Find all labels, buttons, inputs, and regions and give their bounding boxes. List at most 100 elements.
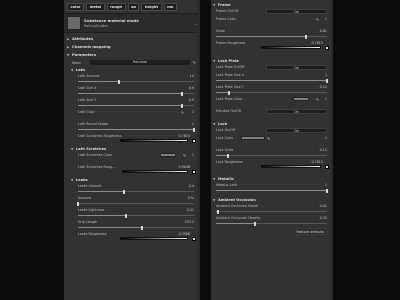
- substance-material-header[interactable]: Substance material mode RollingShutter .…: [64, 13, 200, 33]
- lath-color-row: Lath Color ✎ 1: [78, 109, 194, 115]
- dropper-icon[interactable]: ✎: [193, 60, 196, 65]
- group-lath-scratches[interactable]: ▼ Lath Scratches: [64, 145, 200, 152]
- slider-knob[interactable]: [228, 90, 231, 95]
- group-leaks[interactable]: ▼ Leaks: [64, 176, 200, 183]
- section-channels-mapping[interactable]: ▶ Channels mapping: [64, 43, 200, 51]
- leaks-amount-slider[interactable]: Leaks Amount 0.4: [64, 183, 200, 195]
- group-frame[interactable]: ▼ Frame: [211, 1, 333, 8]
- leaks-roughness-row[interactable]: Leaks Roughness 0.3586: [64, 231, 200, 243]
- tab-metal[interactable]: metal: [86, 3, 105, 11]
- slider-knob[interactable]: [193, 127, 195, 132]
- lock-color-row: Lock Color ✎ 1: [216, 135, 327, 141]
- handles-onoff-toggle[interactable]: On: [266, 108, 327, 114]
- metallic-lock-slider[interactable]: Metallic Lock 1: [211, 182, 333, 194]
- slider-knob[interactable]: [217, 209, 220, 214]
- lock-plate-onoff-toggle[interactable]: On: [266, 64, 327, 70]
- lock-plate-color-row: Lock Plate Color ✎ 1: [216, 96, 327, 102]
- lock-plate-onoff-row: Lock Plate On/Off On: [211, 64, 333, 72]
- color-swatch[interactable]: [241, 136, 265, 141]
- more-menu-icon[interactable]: ...: [195, 21, 198, 26]
- slider-fill: [216, 92, 230, 94]
- slider-knob[interactable]: [253, 221, 256, 226]
- slider-fill: [216, 80, 327, 82]
- slider-knob[interactable]: [124, 213, 127, 218]
- seed-row: Seed Random ✎: [64, 59, 200, 66]
- tab-color[interactable]: color: [67, 3, 85, 11]
- frame-onoff-toggle[interactable]: On: [266, 8, 327, 14]
- group-lock[interactable]: ▼ Lock: [211, 120, 333, 127]
- slider-knob[interactable]: [117, 79, 120, 84]
- dropper-icon[interactable]: ✎: [316, 97, 319, 102]
- frame-roughness-row[interactable]: Frame Roughness 0.7612: [211, 40, 333, 52]
- texture-icon[interactable]: [192, 138, 196, 143]
- lath-scratches-color-row: Lath Scratches Color ✎ 1: [78, 152, 194, 158]
- slider-fill: [78, 105, 183, 107]
- seed-value-button[interactable]: Random: [90, 60, 190, 65]
- slider-knob[interactable]: [140, 225, 143, 230]
- dropper-icon[interactable]: ✎: [181, 110, 184, 115]
- lock-onoff-row: Lock On/Off On: [211, 127, 333, 135]
- lock-scale-slider[interactable]: Lock Scale 0.11: [211, 147, 333, 159]
- dropper-icon[interactable]: ✎: [267, 136, 270, 141]
- slider-knob[interactable]: [181, 103, 184, 108]
- slider-knob[interactable]: [326, 188, 328, 193]
- color-swatch[interactable]: [293, 97, 309, 102]
- scrollbar[interactable]: [331, 0, 333, 300]
- texture-icon[interactable]: [192, 169, 196, 174]
- roughness-gradient[interactable]: [261, 165, 321, 168]
- group-metallic[interactable]: ▼ Metallic: [211, 175, 333, 182]
- slider-knob[interactable]: [304, 34, 307, 39]
- color-swatch[interactable]: [160, 153, 176, 158]
- tab-nm[interactable]: nm: [163, 3, 177, 11]
- amount-slider[interactable]: Amount 0.%: [64, 195, 200, 207]
- slider-knob[interactable]: [181, 91, 184, 96]
- lath-scratches-roughness-row[interactable]: Lath Scratches Roug... 0.9048: [64, 164, 200, 176]
- group-lath[interactable]: ▼ Lath: [64, 66, 200, 73]
- slider-fill: [78, 129, 194, 131]
- lath-size-y-slider[interactable]: Lath Size Y 0.9: [64, 97, 200, 109]
- tab-ao[interactable]: ao: [127, 3, 140, 11]
- tab-height[interactable]: height: [141, 3, 162, 11]
- tab-rough[interactable]: rough: [106, 3, 126, 11]
- left-properties-panel: color metal rough ao height nm Substance…: [64, 0, 200, 300]
- dropper-icon[interactable]: ✎: [183, 153, 186, 158]
- roughness-gradient[interactable]: [261, 46, 321, 49]
- lock-plate-size-x-slider[interactable]: Lock Plate Size X 1: [211, 72, 333, 84]
- slider-knob[interactable]: [77, 201, 79, 206]
- slider-fill: [78, 215, 126, 217]
- restore-defaults-button[interactable]: Restore defaults: [293, 228, 327, 235]
- slider-knob[interactable]: [326, 78, 328, 83]
- frame-onoff-row: Frame On/Off On: [211, 8, 333, 16]
- drip-length-slider[interactable]: Drip Length 137.2: [64, 219, 200, 231]
- lock-plate-size-y-slider[interactable]: Lock Plate Size Y 0.12: [211, 84, 333, 96]
- lath-amount-slider[interactable]: Lath Amount 10: [64, 73, 200, 85]
- texture-icon[interactable]: [192, 236, 196, 241]
- group-ambient-occlusion[interactable]: ▼ Ambient Occlusion: [211, 196, 333, 203]
- channel-tabs: color metal rough ao height nm: [64, 0, 200, 13]
- slider-fill: [78, 81, 119, 83]
- texture-icon[interactable]: [325, 45, 329, 50]
- slider-knob[interactable]: [123, 189, 126, 194]
- lath-size-x-slider[interactable]: Lath Size X 0.9: [64, 85, 200, 97]
- frame-scale-slider[interactable]: Scale 0.81: [211, 28, 333, 40]
- texture-icon[interactable]: [325, 164, 329, 169]
- lath-round-shape-slider[interactable]: Lath Round Shape 1: [64, 121, 200, 133]
- screenshot-root: color metal rough ao height nm Substance…: [0, 0, 400, 300]
- ao-depth-slider[interactable]: Ambient Occlusion Depth 0.02: [211, 203, 333, 215]
- roughness-gradient[interactable]: [122, 170, 188, 173]
- lock-roughness-row[interactable]: Lock Roughness 0.7613: [211, 159, 333, 171]
- roughness-gradient[interactable]: [120, 237, 188, 240]
- scrollbar[interactable]: [198, 0, 200, 300]
- leaks-lightness-slider[interactable]: Leaks Lightness 0.41: [64, 207, 200, 219]
- group-lock-plate[interactable]: ▼ Lock Plate: [211, 57, 333, 64]
- lock-onoff-toggle[interactable]: On: [266, 127, 327, 133]
- slider-fill: [216, 223, 255, 225]
- section-attributes[interactable]: ▶ Attributes: [64, 35, 200, 43]
- section-parameters[interactable]: ▼ Parameters: [64, 51, 200, 59]
- ao-opacity-slider[interactable]: Ambient Occlusion Opacity 0.35: [211, 215, 333, 227]
- substance-material-name: RollingShutter: [84, 24, 108, 28]
- slider-knob[interactable]: [227, 153, 230, 158]
- lath-scratches-roughness-row[interactable]: Lath Scratches Roughness 0.7615: [64, 133, 200, 145]
- dropper-icon[interactable]: ✎: [316, 17, 319, 22]
- roughness-gradient[interactable]: [120, 139, 188, 142]
